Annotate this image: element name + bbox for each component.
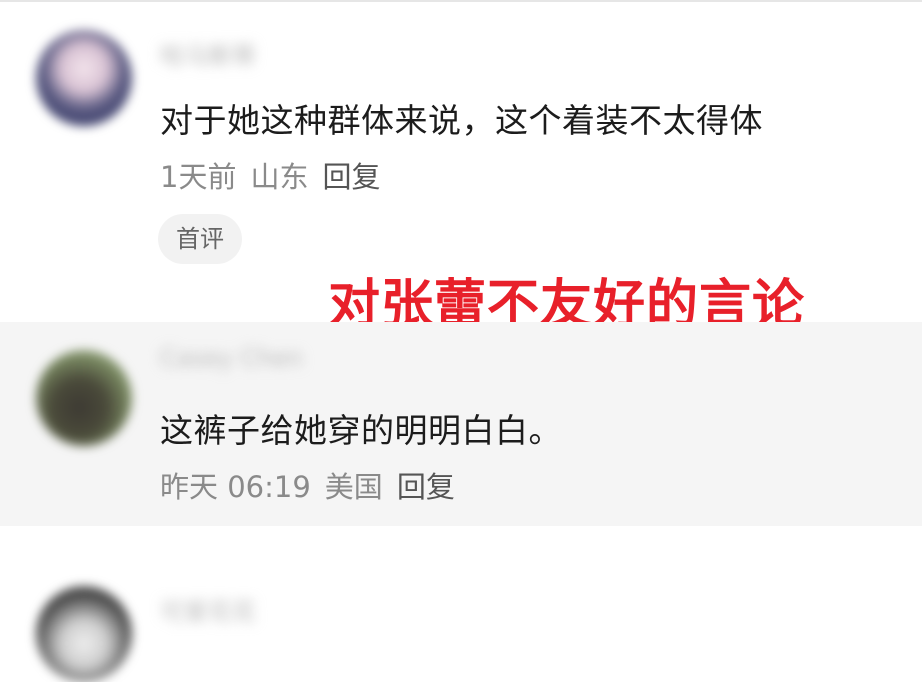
comment-item: Casey Chen 这裤子给她穿的明明白白。 昨天 06:19 美国 回复: [0, 322, 922, 526]
comment-username[interactable]: 哈马斯蒂: [160, 36, 256, 71]
comment-meta: 昨天 06:19 美国 回复: [160, 464, 469, 506]
avatar[interactable]: [36, 350, 132, 446]
comment-time: 昨天 06:19: [160, 470, 311, 504]
reply-button[interactable]: 回复: [397, 470, 455, 504]
comment-username[interactable]: Casey Chen: [160, 344, 303, 372]
comment-username[interactable]: 可爱花花: [160, 592, 256, 627]
comment-meta: 1天前 山东 回复: [160, 154, 394, 196]
first-comment-badge: 首评: [158, 214, 242, 264]
comment-item: 可爱花花: [0, 560, 922, 682]
comment-time: 1天前: [160, 160, 237, 194]
avatar[interactable]: [36, 30, 132, 126]
avatar[interactable]: [36, 586, 132, 682]
comment-location: 山东: [250, 160, 309, 194]
comment-location: 美国: [324, 470, 383, 504]
comment-text: 对于她这种群体来说，这个着装不太得体: [160, 101, 763, 140]
reply-button[interactable]: 回复: [322, 160, 380, 194]
comment-text: 这裤子给她穿的明明白白。: [160, 411, 562, 450]
